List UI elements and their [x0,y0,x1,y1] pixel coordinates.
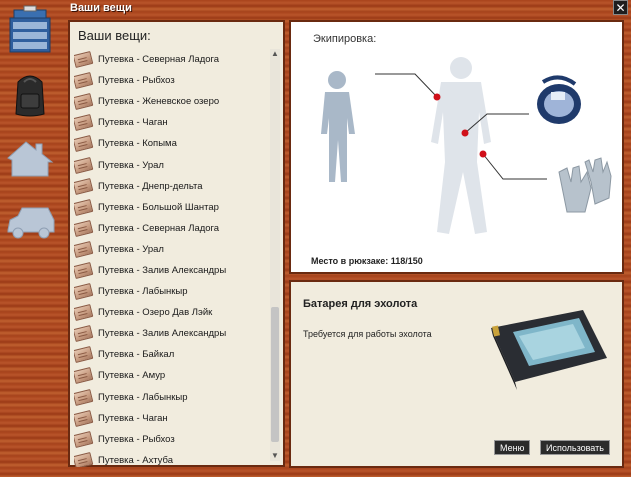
list-item[interactable]: Путевка - Урал [74,239,270,260]
list-item-label: Путевка - Залив Александры [98,328,227,340]
list-item[interactable]: Путевка - Днепр-дельта [74,176,270,197]
window-title: Ваши вещи [70,2,132,14]
list-item-label: Путевка - Озеро Дав Лэйк [98,307,213,319]
list-item[interactable]: Путевка - Байкал [74,344,270,365]
backpack-capacity: Место в рюкзаке: 118/150 [311,256,423,266]
house-icon[interactable] [4,132,56,182]
list-item[interactable]: Путевка - Амур [74,365,270,386]
ticket-icon [74,304,94,322]
scroll-thumb[interactable] [271,307,279,442]
list-item-label: Путевка - Копыма [98,138,177,150]
close-button[interactable]: ✕ [613,0,628,15]
list-item-label: Путевка - Лабынкыр [98,391,188,403]
list-item[interactable]: Путевка - Лабынкыр [74,281,270,302]
menu-button[interactable]: Меню [494,440,531,455]
ticket-icon [74,283,94,301]
ticket-icon [74,388,94,406]
backpack-icon[interactable] [4,68,56,118]
list-item[interactable]: Путевка - Чаган [74,112,270,133]
list-item[interactable]: Путевка - Северная Ладога [74,218,270,239]
ticket-icon [74,72,94,90]
ticket-icon [74,177,94,195]
list-item-label: Путевка - Залив Александры [98,264,227,276]
ticket-icon [74,367,94,385]
ticket-icon [74,451,94,467]
list-item-label: Путевка - Северная Ладога [98,54,220,66]
ticket-icon [74,219,94,237]
list-item-label: Путевка - Рыбхоз [98,433,175,445]
use-button[interactable]: Использовать [540,440,610,455]
list-item-label: Путевка - Чаган [98,117,168,129]
ticket-icon [74,198,94,216]
sidebar [0,0,60,477]
small-figure-icon [321,71,355,182]
list-item[interactable]: Путевка - Рыбхоз [74,70,270,91]
gloves-icon [558,157,612,213]
ticket-icon [74,93,94,111]
items-list: Путевка - Северная Ладога Путевка - Рыбхо… [74,49,270,467]
slot-marker [479,150,487,158]
items-panel: Ваши вещи: Путевка - Северная Ладога Путе… [68,20,285,467]
ticket-icon [74,51,94,69]
battery-icon [491,310,607,390]
list-item-label: Путевка - Ахтуба [98,454,174,466]
detail-description: Требуется для работы эхолота [303,329,432,339]
list-item[interactable]: Путевка - Чаган [74,408,270,429]
tackle-box-icon[interactable] [4,4,56,54]
car-icon[interactable] [4,196,56,246]
equipment-figure [321,57,612,234]
list-item-label: Путевка - Чаган [98,412,168,424]
ticket-icon [74,135,94,153]
ticket-icon [74,156,94,174]
list-item-label: Путевка - Байкал [98,349,175,361]
ticket-icon [74,114,94,132]
list-item-label: Путевка - Большой Шантар [98,201,219,213]
items-scrollbar[interactable]: ▲ ▼ [270,49,280,461]
slot-marker [433,93,441,101]
list-item-label: Путевка - Урал [98,243,164,255]
list-item[interactable]: Путевка - Лабынкыр [74,387,270,408]
detail-title: Батарея для эхолота [303,298,418,310]
list-item-label: Путевка - Лабынкыр [98,286,188,298]
scroll-down-icon[interactable]: ▼ [270,451,280,461]
list-item[interactable]: Путевка - Ахтуба [74,450,270,467]
list-item[interactable]: Путевка - Северная Ладога [74,49,270,70]
detail-panel: Батарея для эхолота Требуется для работы… [289,280,624,468]
slot-marker [461,129,469,137]
list-item-label: Путевка - Урал [98,159,164,171]
list-item-label: Путевка - Днепр-дельта [98,180,203,192]
list-item[interactable]: Путевка - Залив Александры [74,260,270,281]
ticket-icon [74,346,94,364]
ticket-icon [74,262,94,279]
list-item[interactable]: Путевка - Женевское озеро [74,91,270,112]
ticket-icon [74,325,94,343]
echo-sounder-icon [537,75,581,124]
ticket-icon [74,240,94,258]
list-item[interactable]: Путевка - Большой Шантар [74,197,270,218]
ticket-icon [74,409,94,427]
list-item[interactable]: Путевка - Залив Александры [74,323,270,344]
list-item[interactable]: Путевка - Озеро Дав Лэйк [74,302,270,323]
list-item-label: Путевка - Женевское озеро [98,96,220,108]
items-title: Ваши вещи: [78,28,151,43]
list-item-label: Путевка - Амур [98,370,166,382]
list-item[interactable]: Путевка - Урал [74,154,270,175]
body-silhouette-icon [431,57,491,234]
list-item-label: Путевка - Рыбхоз [98,75,175,87]
ticket-icon [74,430,94,448]
list-item[interactable]: Путевка - Копыма [74,133,270,154]
list-item-label: Путевка - Северная Ладога [98,222,220,234]
equipment-panel: Экипировка: Место в рюкзаке: 118/150 [289,20,624,274]
list-item[interactable]: Путевка - Рыбхоз [74,429,270,450]
scroll-up-icon[interactable]: ▲ [270,49,280,59]
